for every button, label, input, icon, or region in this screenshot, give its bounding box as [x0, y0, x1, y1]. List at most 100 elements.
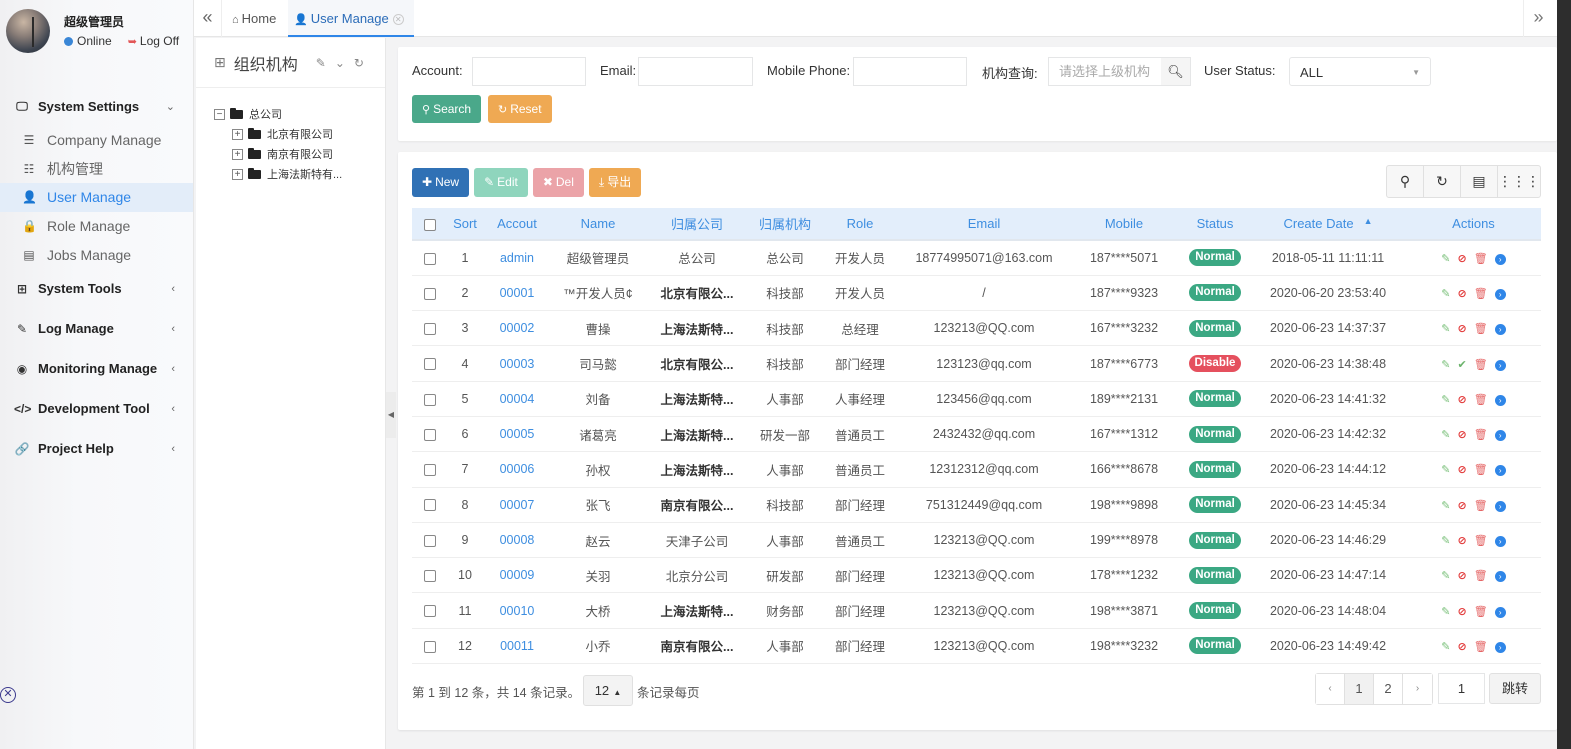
sidebar-item-user-manage[interactable]: 👤 User Manage: [0, 183, 193, 212]
chevron-circle-right-icon[interactable]: ›: [1494, 571, 1506, 583]
edit-icon[interactable]: ✎: [316, 56, 326, 70]
tab-scroll-left-button[interactable]: «: [194, 0, 222, 37]
table-row[interactable]: 5 00004 刘备 上海法斯特... 人事部 人事经理 123456@qq.com 189*…: [412, 381, 1541, 417]
row-checkbox[interactable]: [424, 322, 436, 335]
cell-account-link[interactable]: 00003: [482, 346, 552, 381]
edit-icon[interactable]: ✎: [1441, 606, 1450, 618]
chevron-circle-right-icon[interactable]: ›: [1494, 430, 1506, 442]
refresh-icon[interactable]: ↻: [354, 56, 364, 70]
panel-splitter-handle[interactable]: ◀: [386, 392, 396, 438]
cell-account-link[interactable]: admin: [482, 240, 552, 275]
column-header-status[interactable]: Status: [1180, 208, 1250, 241]
jump-button[interactable]: 跳转: [1489, 673, 1541, 704]
ban-icon[interactable]: ⊘: [1458, 430, 1467, 441]
tab-close-icon[interactable]: ✕: [392, 14, 404, 26]
ban-icon[interactable]: ⊘: [1458, 606, 1467, 618]
account-input[interactable]: [472, 57, 586, 86]
cell-account-link[interactable]: 00007: [482, 487, 552, 522]
sidebar-group-log-manage[interactable]: ✎ Log Manage ‹: [0, 309, 193, 349]
ban-icon[interactable]: ⊘: [1458, 465, 1467, 476]
row-checkbox[interactable]: [424, 358, 436, 371]
table-row[interactable]: 6 00005 诸葛亮 上海法斯特... 研发一部 普通员工 2432432@qq.com 1…: [412, 416, 1541, 452]
ban-icon[interactable]: ⊘: [1458, 324, 1467, 335]
table-row[interactable]: 2 00001 ™开发人员¢ 北京有限公... 科技部 开发人员 / 187****9323 N…: [412, 275, 1541, 311]
edit-icon[interactable]: ✎: [1441, 430, 1450, 441]
row-checkbox[interactable]: [424, 499, 436, 512]
column-header-email[interactable]: Email: [900, 208, 1068, 241]
chevron-circle-right-icon[interactable]: ›: [1494, 394, 1506, 406]
enable-icon[interactable]: ✔: [1458, 359, 1467, 371]
expand-icon[interactable]: +: [232, 128, 243, 140]
org-query-input[interactable]: [1048, 57, 1162, 86]
row-checkbox[interactable]: [424, 287, 436, 300]
expand-icon[interactable]: +: [232, 148, 243, 160]
table-row[interactable]: 11 00010 大桥 上海法斯特... 财务部 部门经理 123213@QQ.com 198…: [412, 593, 1541, 629]
table-row[interactable]: 3 00002 曹操 上海法斯特... 科技部 总经理 123213@QQ.com 167**…: [412, 311, 1541, 346]
chevron-circle-right-icon[interactable]: ›: [1494, 324, 1506, 336]
sidebar-item-org-manage[interactable]: ☷ 机构管理: [0, 155, 193, 184]
column-header-create-date[interactable]: Create Date ▲: [1250, 208, 1406, 241]
table-row[interactable]: 4 00003 司马懿 北京有限公... 科技部 部门经理 123123@qq.com 187…: [412, 346, 1541, 382]
trash-icon[interactable]: 🗑︎: [1474, 641, 1488, 653]
sidebar-group-system-tools[interactable]: ⊞ System Tools ‹: [0, 269, 193, 309]
page-button-1[interactable]: 1: [1345, 674, 1374, 704]
tab-user-manage[interactable]: 👤 User Manage ✕: [288, 0, 414, 37]
edit-icon[interactable]: ✎: [1441, 571, 1450, 582]
chevron-circle-right-icon[interactable]: ›: [1494, 500, 1506, 512]
email-input[interactable]: [638, 57, 753, 86]
trash-icon[interactable]: 🗑︎: [1474, 536, 1488, 547]
select-all-checkbox[interactable]: [424, 218, 436, 231]
ban-icon[interactable]: ⊘: [1458, 641, 1467, 653]
page-button-2[interactable]: 2: [1374, 674, 1403, 704]
table-refresh-button[interactable]: ↻: [1424, 166, 1461, 197]
sidebar-item-role-manage[interactable]: 🔒 Role Manage: [0, 212, 193, 241]
sidebar-group-monitoring-manage[interactable]: ◉ Monitoring Manage ‹: [0, 349, 193, 389]
cell-account-link[interactable]: 00011: [482, 628, 552, 663]
tab-scroll-right-button[interactable]: »: [1523, 0, 1553, 37]
chevron-circle-right-icon[interactable]: ›: [1494, 359, 1506, 371]
row-checkbox[interactable]: [424, 570, 436, 583]
tree-node[interactable]: + 南京有限公司: [214, 144, 385, 164]
prev-page-button[interactable]: ‹: [1316, 674, 1345, 704]
table-columns-button[interactable]: ⋮⋮⋮ ▼: [1498, 166, 1540, 221]
edit-icon[interactable]: ✎: [1441, 641, 1450, 653]
chevron-circle-right-icon[interactable]: ›: [1494, 641, 1506, 653]
chevron-down-icon[interactable]: ⌄: [335, 56, 345, 70]
sidebar-group-system-settings[interactable]: 🖵 System Settings ⌄: [0, 86, 193, 126]
cell-account-link[interactable]: 00009: [482, 558, 552, 593]
mobile-input[interactable]: [853, 57, 967, 86]
tree-node[interactable]: + 上海法斯特有...: [214, 164, 385, 184]
cell-account-link[interactable]: 00010: [482, 593, 552, 628]
row-checkbox[interactable]: [424, 605, 436, 618]
trash-icon[interactable]: 🗑︎: [1474, 359, 1488, 371]
export-button[interactable]: ⤓ 导出: [588, 168, 642, 197]
sidebar-item-company-manage[interactable]: ☰ Company Manage: [0, 126, 193, 155]
chevron-circle-right-icon[interactable]: ›: [1494, 465, 1506, 477]
edit-icon[interactable]: ✎: [1441, 536, 1450, 547]
column-header-company[interactable]: 归属公司: [644, 208, 750, 241]
row-checkbox[interactable]: [424, 252, 436, 265]
table-search-button[interactable]: ⚲: [1387, 166, 1424, 197]
cell-account-link[interactable]: 00005: [482, 416, 552, 451]
reset-button[interactable]: ↻ Reset: [488, 95, 552, 123]
row-checkbox[interactable]: [424, 534, 436, 547]
trash-icon[interactable]: 🗑︎: [1474, 606, 1488, 618]
edit-icon[interactable]: ✎: [1441, 500, 1450, 512]
delete-button[interactable]: ✖ Del: [532, 168, 584, 197]
column-header-org[interactable]: 归属机构: [750, 208, 820, 241]
cell-account-link[interactable]: 00008: [482, 522, 552, 557]
trash-icon[interactable]: 🗑︎: [1474, 430, 1488, 441]
table-row[interactable]: 8 00007 张飞 南京有限公... 科技部 部门经理 751312449@qq.com 1…: [412, 487, 1541, 523]
table-row[interactable]: 12 00011 小乔 南京有限公... 人事部 部门经理 123213@QQ.com 198…: [412, 628, 1541, 664]
row-checkbox[interactable]: [424, 428, 436, 441]
edit-button[interactable]: ✎ Edit: [474, 168, 528, 197]
trash-icon[interactable]: 🗑︎: [1474, 324, 1488, 335]
edit-icon[interactable]: ✎: [1441, 465, 1450, 476]
trash-icon[interactable]: 🗑︎: [1474, 500, 1488, 512]
tree-node-root[interactable]: − 总公司: [214, 104, 385, 124]
table-row[interactable]: 10 00009 关羽 北京分公司 研发部 部门经理 123213@QQ.com 178***…: [412, 558, 1541, 593]
ban-icon[interactable]: ⊘: [1458, 536, 1467, 547]
sidebar-item-jobs-manage[interactable]: ▤ Jobs Manage: [0, 240, 193, 269]
chevron-circle-right-icon[interactable]: ›: [1494, 253, 1506, 265]
chevron-circle-right-icon[interactable]: ›: [1494, 536, 1506, 548]
